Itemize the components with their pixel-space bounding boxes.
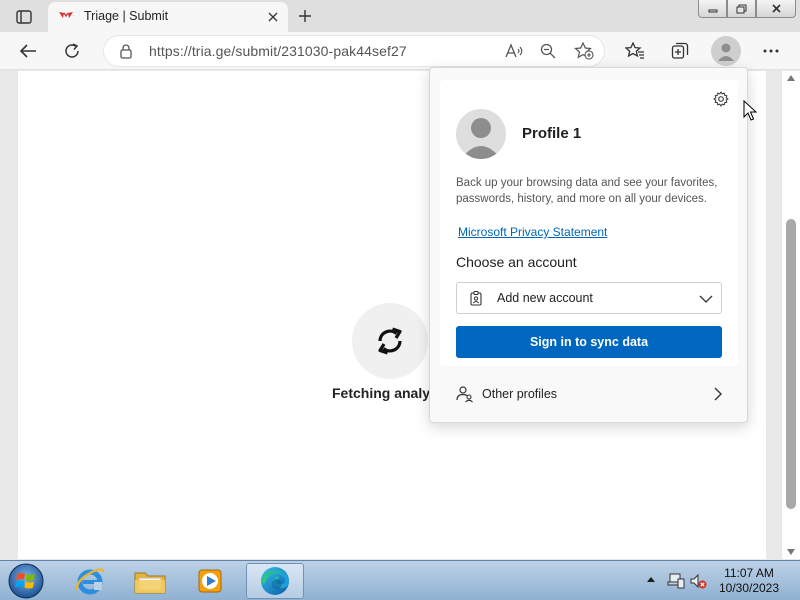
read-aloud-button[interactable] <box>502 39 526 63</box>
window-close-button[interactable] <box>756 0 796 18</box>
edge-icon <box>261 567 290 595</box>
add-favorite-icon <box>574 42 594 60</box>
sync-icon <box>378 327 402 355</box>
browser-toolbar: https://tria.ge/submit/231030-pak44sef27 <box>0 32 800 70</box>
media-player-icon <box>198 569 222 593</box>
add-favorite-button[interactable] <box>572 39 596 63</box>
plus-icon <box>299 10 311 22</box>
profile-flyout: Profile 1 Back up your browsing data and… <box>429 67 748 423</box>
tray-arrow-icon[interactable] <box>646 575 656 585</box>
read-aloud-icon <box>505 43 523 58</box>
profile-card: Profile 1 Back up your browsing data and… <box>440 80 738 366</box>
account-dropdown[interactable]: Add new account <box>456 282 722 314</box>
loading-text: Fetching analys <box>332 385 438 401</box>
taskbar-media-player[interactable] <box>182 563 238 599</box>
refresh-icon <box>65 43 79 58</box>
person-icon <box>461 118 501 159</box>
address-bar[interactable]: https://tria.ge/submit/231030-pak44sef27 <box>104 36 604 66</box>
tab-strip: Triage | Submit <box>0 0 800 32</box>
start-button[interactable] <box>6 562 46 600</box>
triage-favicon-icon <box>59 12 73 18</box>
network-icon[interactable] <box>667 572 685 590</box>
page-scrollbar[interactable] <box>782 71 800 559</box>
favorites-button[interactable] <box>621 37 649 65</box>
volume-muted-icon[interactable] <box>689 572 707 590</box>
clock-time: 11:07 AM <box>724 566 774 580</box>
favorites-icon <box>625 42 644 59</box>
scroll-down-arrow[interactable] <box>786 547 796 557</box>
clock-date: 10/30/2023 <box>718 581 780 595</box>
profile-avatar <box>456 109 506 159</box>
address-url: https://tria.ge/submit/231030-pak44sef27 <box>149 43 407 59</box>
other-profiles-label: Other profiles <box>482 387 558 401</box>
sign-in-sync-button[interactable]: Sign in to sync data <box>456 326 722 358</box>
profile-description: Back up your browsing data and see your … <box>456 177 718 205</box>
chevron-right-icon <box>714 387 722 401</box>
tab-close-button[interactable] <box>264 8 282 26</box>
scroll-thumb[interactable] <box>786 219 796 509</box>
mouse-cursor <box>743 100 757 121</box>
gear-icon <box>713 91 729 107</box>
taskbar-clock[interactable]: 11:07 AM 10/30/2023 <box>712 566 786 596</box>
taskbar-internet-explorer[interactable] <box>62 563 118 599</box>
privacy-statement-link[interactable]: Microsoft Privacy Statement <box>458 225 607 239</box>
taskbar-file-explorer[interactable] <box>122 563 178 599</box>
tab-actions-button[interactable] <box>10 6 38 28</box>
windows-start-icon <box>8 563 44 599</box>
minimize-button[interactable] <box>698 0 728 18</box>
close-icon <box>268 12 278 22</box>
choose-account-label: Choose an account <box>456 254 577 270</box>
more-icon <box>763 49 779 53</box>
back-button[interactable] <box>14 37 42 65</box>
window-close-icon <box>771 4 781 13</box>
back-arrow-icon <box>19 44 36 58</box>
taskbar-edge[interactable] <box>246 563 304 599</box>
account-badge-icon <box>470 291 482 306</box>
refresh-button[interactable] <box>58 37 86 65</box>
profile-settings-button[interactable] <box>710 88 732 110</box>
loading-spinner <box>352 303 428 379</box>
more-button[interactable] <box>757 37 785 65</box>
lock-icon <box>120 44 132 59</box>
windows-taskbar: 11:07 AM 10/30/2023 <box>0 560 800 600</box>
tab-title: Triage | Submit <box>84 9 169 23</box>
zoom-out-icon <box>540 43 556 59</box>
collections-icon <box>671 42 689 59</box>
restore-icon <box>736 4 747 13</box>
file-explorer-icon <box>134 572 166 594</box>
restore-button[interactable] <box>727 0 757 18</box>
collections-button[interactable] <box>666 37 694 65</box>
profile-icon <box>718 43 734 61</box>
profile-button[interactable] <box>711 36 741 66</box>
browser-tab[interactable]: Triage | Submit <box>48 2 288 32</box>
minimize-icon <box>708 9 718 12</box>
tab-actions-icon <box>16 10 32 24</box>
chevron-down-icon <box>699 295 713 303</box>
account-dropdown-value: Add new account <box>497 291 593 305</box>
internet-explorer-icon <box>75 568 105 595</box>
zoom-out-button[interactable] <box>536 39 560 63</box>
other-profiles-item[interactable]: Other profiles <box>440 378 738 410</box>
window-controls <box>698 0 796 18</box>
people-icon <box>456 386 473 403</box>
new-tab-button[interactable] <box>292 4 318 28</box>
profile-name: Profile 1 <box>522 125 582 142</box>
scroll-up-arrow[interactable] <box>786 73 796 83</box>
